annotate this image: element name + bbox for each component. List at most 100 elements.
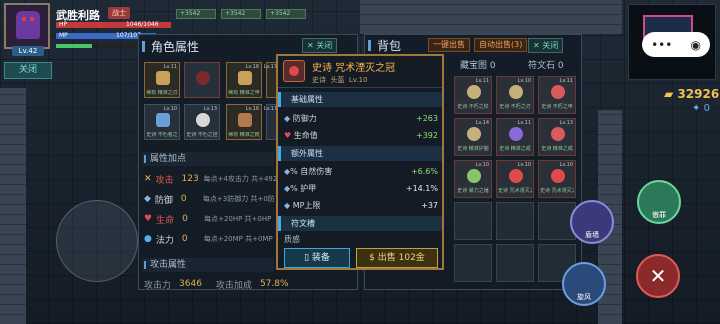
- sell-button[interactable]: $ 出售 102金: [356, 248, 438, 268]
- blade-icon: [509, 85, 523, 99]
- dungeon-wall-left: [0, 88, 26, 324]
- bag-item[interactable]: Lv.11 史诗 不朽之杖: [454, 76, 492, 114]
- skill-button[interactable]: 傲罪: [637, 180, 681, 224]
- tooltip-stat-row: ♥ 生命值 +392: [284, 130, 438, 140]
- item-tooltip: 史诗 咒术湮灭之冠 史诗 头盔 Lv.10 基础属性 ◆ 防御力 +263 ♥ 生…: [276, 54, 444, 270]
- empty-slot[interactable]: [496, 202, 534, 240]
- tooltip-item-meta: 史诗 头盔 Lv.10: [312, 76, 368, 84]
- crown-icon: [283, 60, 305, 82]
- sword-icon: ✕: [144, 174, 152, 184]
- tab-rune-stone[interactable]: 符文石 0: [528, 58, 564, 71]
- drop-icon: ●: [144, 234, 152, 244]
- armor-icon: [238, 71, 252, 85]
- shield-icon: ◆: [144, 194, 151, 204]
- shield-icon: ◆: [284, 113, 291, 123]
- boots-icon: [238, 113, 252, 127]
- avatar-eye: [22, 17, 26, 21]
- tooltip-rune-header: 符文槽: [278, 216, 442, 231]
- attack-button[interactable]: ✕: [636, 254, 680, 298]
- tooltip-stat-row: ◆ 防御力 +263: [284, 113, 438, 123]
- necklace-icon: [196, 113, 210, 127]
- sword-icon: [156, 71, 170, 85]
- skill-button[interactable]: 盾墙: [570, 200, 614, 244]
- attr-row-attack: ✕ 攻击 123 每点+4攻击力 共+492: [144, 174, 278, 186]
- hp-bar: HP 1046/1046: [56, 21, 171, 28]
- character-close-button[interactable]: ✕ 关闭: [302, 38, 338, 53]
- attr-points-header: 属性加点: [142, 152, 274, 166]
- sell-all-button[interactable]: 一键出售: [428, 38, 470, 52]
- crown-icon: [509, 169, 523, 183]
- heart-icon: ♥: [284, 130, 292, 140]
- bag-panel-title: 背包: [368, 37, 401, 54]
- helmet-icon: [196, 71, 210, 85]
- character-panel-title: 角色属性: [142, 38, 199, 55]
- mini-program-capsule[interactable]: ••• ◉: [642, 32, 710, 57]
- empty-slot[interactable]: [454, 202, 492, 240]
- equip-button[interactable]: ▯ 装备: [284, 248, 350, 268]
- attack-attr-header: 攻击属性: [142, 258, 274, 272]
- more-icon[interactable]: •••: [651, 38, 672, 52]
- player-level: Lv.42: [12, 46, 44, 56]
- tooltip-base-header: 基础属性: [278, 92, 442, 107]
- equip-slot-boots[interactable]: Lv.16 稀有 精准之靴: [226, 104, 262, 140]
- attr-row-mana: ● 法力 0 每点+20MP 共+0MP: [144, 234, 273, 246]
- bag-item[interactable]: Lv.11 史诗 不朽之甲: [538, 76, 576, 114]
- empty-slot[interactable]: [496, 244, 534, 282]
- buff-item[interactable]: +3542: [266, 9, 306, 19]
- tooltip-stat-row: ◆ MP上限 +37: [284, 200, 438, 210]
- armor-icon: [551, 85, 565, 99]
- player-rank-badge: 战士: [108, 7, 130, 19]
- gem-icon: ◆: [284, 200, 291, 210]
- tooltip-stat-row: ◆% 护甲 +14.1%: [284, 183, 438, 193]
- empty-slot[interactable]: [454, 244, 492, 282]
- staff-icon: [467, 85, 481, 99]
- avatar-face: [16, 11, 40, 39]
- equip-slot-helmet[interactable]: [184, 62, 220, 98]
- avatar-eye: [30, 17, 34, 21]
- bag-item[interactable]: Lv.13 史诗 精准之戒: [538, 118, 576, 156]
- bag-item[interactable]: Lv.10 史诗 暴力之锤: [454, 160, 492, 198]
- buff-item[interactable]: +3542: [176, 9, 216, 19]
- exp-bar: [56, 44, 136, 48]
- leggings-icon: [467, 127, 481, 141]
- dungeon-wall-top: [360, 0, 622, 34]
- bag-item[interactable]: Lv.11 史诗 精准之戒: [496, 118, 534, 156]
- bag-item[interactable]: Lv.10史诗 咒术漫灭之冠: [496, 160, 534, 198]
- hp-value: 1046/1046: [126, 21, 159, 28]
- attr-row-life: ♥ 生命 0 每点+20HP 共+0HP: [144, 214, 272, 226]
- bag-item[interactable]: Lv.10史诗 咒术漫灭之冠: [538, 160, 576, 198]
- shield-icon: [156, 113, 170, 127]
- tooltip-item-name: 史诗 咒术湮灭之冠: [312, 63, 396, 74]
- heart-icon: ♥: [144, 214, 153, 224]
- side-close-button[interactable]: 关闭: [4, 62, 52, 79]
- tab-treasure-map[interactable]: 藏宝图 0: [460, 58, 496, 71]
- buff-list: +3542 +3542 +3542: [176, 9, 306, 19]
- equip-slot-shield[interactable]: Lv.10 史诗 不朽者之: [144, 104, 180, 140]
- equip-slot-armor[interactable]: Lv.16 稀有 精准之甲: [226, 62, 262, 98]
- player-avatar[interactable]: Lv.42: [4, 3, 50, 56]
- skill-button[interactable]: 旋风: [562, 262, 606, 306]
- hammer-icon: [467, 169, 481, 183]
- coin-icon: ▰: [664, 87, 674, 101]
- tooltip-stat-row: ◆% 自然伤害 +6.6%: [284, 166, 438, 176]
- tooltip-extra-header: 额外属性: [278, 146, 442, 161]
- gem-count: ✦ 0: [692, 103, 710, 114]
- joystick[interactable]: [56, 200, 138, 282]
- auto-sell-button[interactable]: 自动出售(3): [474, 38, 528, 52]
- tooltip-header: 史诗 咒术湮灭之冠 史诗 头盔 Lv.10: [278, 56, 442, 88]
- hp-label: HP: [59, 21, 68, 28]
- tooltip-rune-row: 质惑: [284, 234, 300, 244]
- footer-attr-row: 攻击力 3646 攻击加成 57.8%: [144, 279, 289, 291]
- buff-item[interactable]: +3542: [221, 9, 261, 19]
- target-icon[interactable]: ◉: [690, 38, 700, 52]
- bag-item[interactable]: Lv.10 史诗 不朽之刃: [496, 76, 534, 114]
- gold-amount: ▰ 32926: [664, 87, 720, 101]
- bag-item[interactable]: Lv.14 史诗 精准护腿: [454, 118, 492, 156]
- equip-slot-weapon[interactable]: Lv.11 稀有 精准之刃: [144, 62, 180, 98]
- ring-icon: [551, 127, 565, 141]
- equip-slot-necklace[interactable]: Lv.13 史诗 不朽之挂: [184, 104, 220, 140]
- attr-row-defense: ◆ 防御 0 每点+3防御力 共+0防: [144, 194, 275, 206]
- bag-close-button[interactable]: ✕ 关闭: [528, 38, 564, 53]
- crown-icon: [551, 169, 565, 183]
- mp-label: MP: [59, 32, 68, 39]
